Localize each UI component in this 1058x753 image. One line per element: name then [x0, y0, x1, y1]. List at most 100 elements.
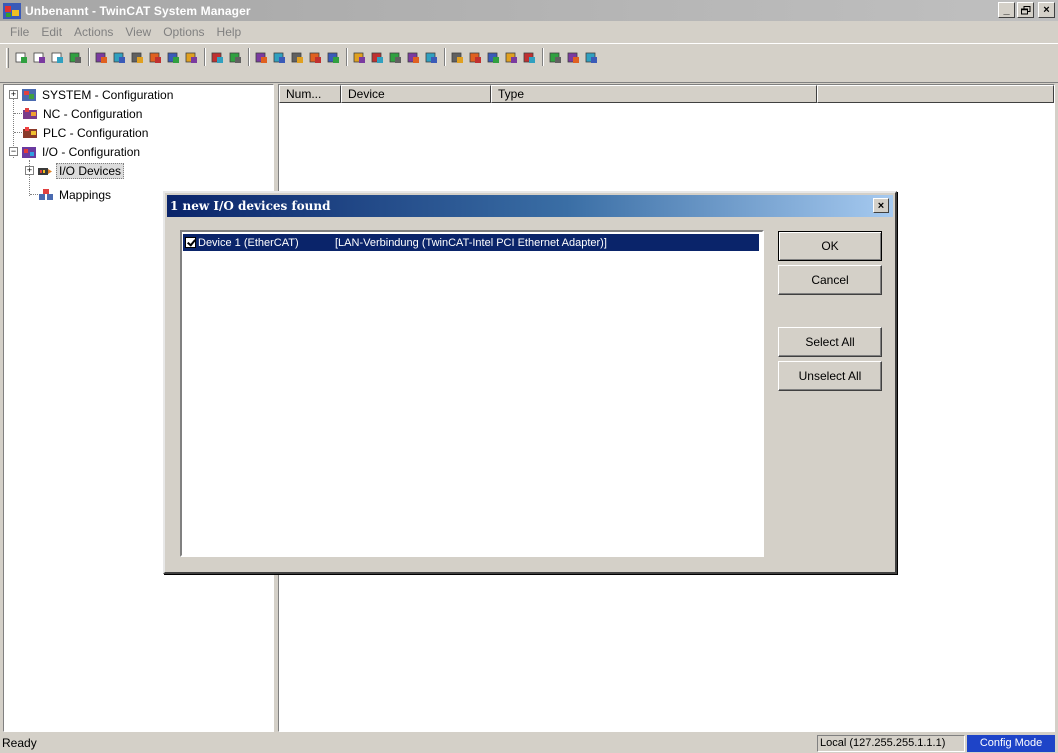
tree-connector: [14, 132, 22, 133]
open-icon: [33, 52, 45, 63]
find-icon: [211, 52, 223, 63]
zoom-button[interactable]: [449, 48, 466, 66]
menu-actions[interactable]: Actions: [68, 25, 119, 39]
scan-button[interactable]: [387, 48, 404, 66]
activate-icon: [309, 52, 321, 63]
tree-connector: [14, 113, 22, 114]
dialog-title-bar[interactable]: 1 new I/O devices found ×: [167, 195, 893, 217]
menu-view[interactable]: View: [119, 25, 157, 39]
tree-item-io[interactable]: − I/O - Configuration: [9, 142, 142, 161]
collapse-toggle[interactable]: −: [9, 147, 18, 156]
scope-button[interactable]: [467, 48, 484, 66]
tree-item-mappings[interactable]: Mappings: [38, 185, 113, 204]
restore-button[interactable]: [1017, 2, 1034, 18]
menu-edit[interactable]: Edit: [35, 25, 68, 39]
tree-item-label: PLC - Configuration: [43, 125, 149, 140]
print-preview-button[interactable]: [111, 48, 128, 66]
info-button[interactable]: [565, 48, 582, 66]
save-button[interactable]: [67, 48, 84, 66]
copy-button[interactable]: [147, 48, 164, 66]
target-system-button[interactable]: [253, 48, 270, 66]
toggle-button[interactable]: [405, 48, 422, 66]
print-preview-icon: [113, 52, 125, 63]
help-button[interactable]: [583, 48, 600, 66]
copy-icon: [149, 52, 161, 63]
found-devices-list[interactable]: Device 1 (EtherCAT) [LAN-Verbindung (Twi…: [180, 230, 764, 557]
watch-button[interactable]: [547, 48, 564, 66]
menu-help[interactable]: Help: [211, 25, 248, 39]
expand-toggle[interactable]: +: [25, 166, 34, 175]
device-name: Device 1 (EtherCAT): [198, 236, 299, 249]
toggle-icon: [407, 52, 419, 63]
save-icon: [69, 52, 81, 63]
menu-file[interactable]: File: [4, 25, 35, 39]
config-mode-button[interactable]: [351, 48, 368, 66]
find-next-icon: [229, 52, 241, 63]
dialog-close-button[interactable]: ×: [873, 198, 889, 213]
minimize-button[interactable]: _: [998, 2, 1015, 18]
find-next-button[interactable]: [227, 48, 244, 66]
open-button[interactable]: [31, 48, 48, 66]
config-mode-icon: [353, 52, 365, 63]
mapping-button[interactable]: [423, 48, 440, 66]
unselect-all-button[interactable]: Unselect All: [778, 361, 882, 391]
column-header-type[interactable]: Type: [491, 85, 817, 103]
column-header-number[interactable]: Num...: [279, 85, 341, 103]
online-button[interactable]: [503, 48, 520, 66]
scope-icon: [469, 52, 481, 63]
device-adapter: [LAN-Verbindung (TwinCAT-Intel PCI Ether…: [335, 236, 607, 249]
twincat-app-icon[interactable]: [3, 2, 21, 19]
open-folder-icon: [51, 52, 63, 63]
expand-toggle[interactable]: +: [9, 90, 18, 99]
restore-icon: [1020, 5, 1030, 14]
dialog-title: 1 new I/O devices found: [170, 199, 331, 213]
list-header: Num... Device Type: [279, 85, 1054, 103]
title-bar: Unbenannt - TwinCAT System Manager _ ×: [0, 0, 1058, 21]
cancel-button[interactable]: Cancel: [778, 265, 882, 295]
paste-special-button[interactable]: [183, 48, 200, 66]
toolbar-separator: [346, 48, 348, 66]
device-checkbox[interactable]: [185, 237, 196, 248]
open-folder-button[interactable]: [49, 48, 66, 66]
reload-button[interactable]: [369, 48, 386, 66]
find-button[interactable]: [209, 48, 226, 66]
menu-options[interactable]: Options: [157, 25, 210, 39]
watch-icon: [549, 52, 561, 63]
tree-item-plc[interactable]: PLC - Configuration: [22, 123, 150, 142]
activate-button[interactable]: [307, 48, 324, 66]
tree-item-io-devices[interactable]: + I/O Devices: [25, 161, 125, 180]
toolbar-separator: [444, 48, 446, 66]
check-icon: [291, 52, 303, 63]
target-system-status[interactable]: Local (127.255.255.1.1.1): [817, 735, 965, 752]
mapping-icon: [425, 52, 437, 63]
tree-item-nc[interactable]: NC - Configuration: [22, 104, 144, 123]
build-icon: [273, 52, 285, 63]
list-item[interactable]: Device 1 (EtherCAT) [LAN-Verbindung (Twi…: [183, 234, 759, 251]
config-mode-badge: Config Mode: [967, 735, 1055, 752]
build-button[interactable]: [271, 48, 288, 66]
toolbar-grip[interactable]: [6, 48, 9, 68]
menu-bar: File Edit Actions View Options Help: [0, 21, 1058, 42]
tree-item-label: NC - Configuration: [43, 106, 143, 121]
online-icon: [505, 52, 517, 63]
check-button[interactable]: [289, 48, 306, 66]
system-icon: [21, 88, 37, 102]
paste-button[interactable]: [165, 48, 182, 66]
tree-item-label: I/O Devices: [56, 162, 125, 179]
scan-icon: [389, 52, 401, 63]
column-header-extra[interactable]: [817, 85, 1054, 103]
print-icon: [95, 52, 107, 63]
close-window-button[interactable]: ×: [1038, 2, 1055, 18]
ok-button[interactable]: OK: [778, 231, 882, 261]
toolbar-separator: [88, 48, 90, 66]
select-all-button[interactable]: Select All: [778, 327, 882, 357]
toolbar-separator: [248, 48, 250, 66]
column-header-device[interactable]: Device: [341, 85, 491, 103]
variables-button[interactable]: [485, 48, 502, 66]
cut-button[interactable]: [129, 48, 146, 66]
force-button[interactable]: [521, 48, 538, 66]
tree-item-system[interactable]: + SYSTEM - Configuration: [9, 85, 175, 104]
print-button[interactable]: [93, 48, 110, 66]
new-button[interactable]: [13, 48, 30, 66]
restart-button[interactable]: [325, 48, 342, 66]
